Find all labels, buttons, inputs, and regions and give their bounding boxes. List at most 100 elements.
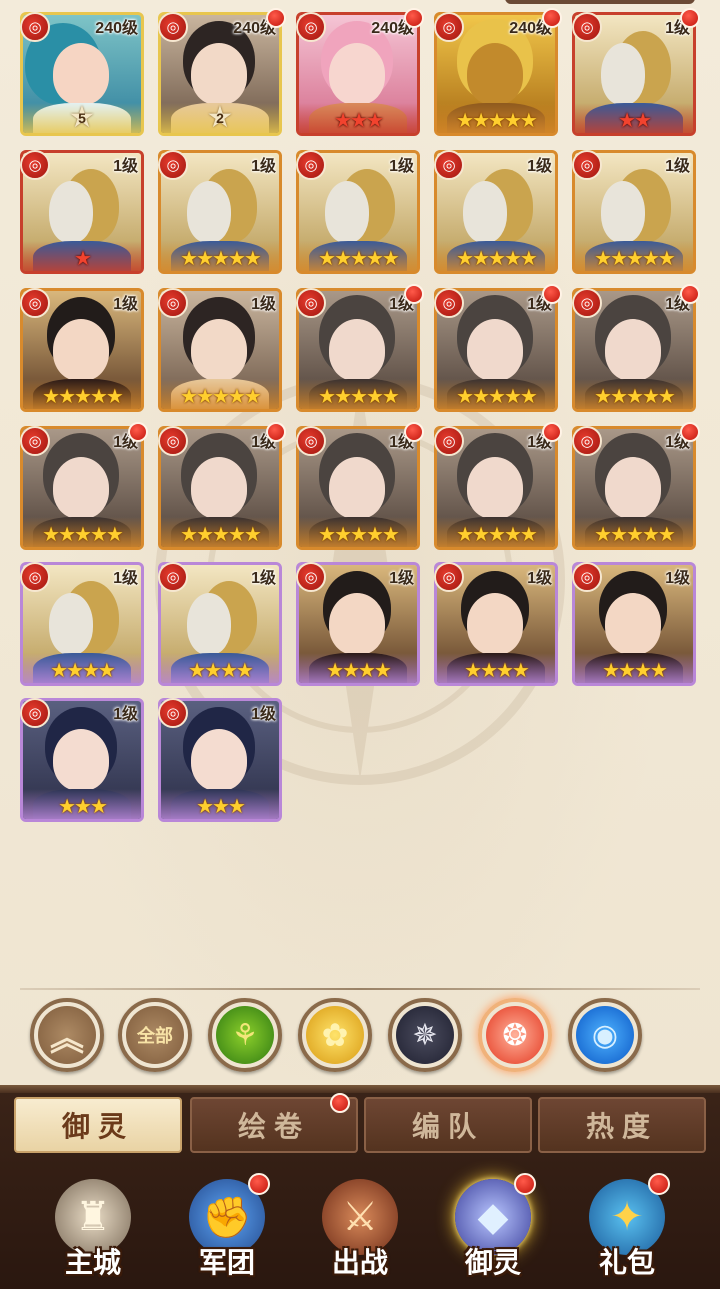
tab-0[interactable]: 御灵: [14, 1097, 182, 1153]
character-level: 1级: [665, 570, 690, 587]
nav-label: 御灵: [464, 1246, 521, 1279]
character-card[interactable]: ◎ 1级 ★★★★★: [572, 422, 700, 550]
star-rating: ★★: [618, 108, 652, 132]
notification-dot: [266, 422, 286, 442]
star-rating: ★★★★: [464, 658, 530, 682]
notification-dot: [648, 1173, 670, 1195]
tab-2[interactable]: 编队: [364, 1097, 532, 1153]
character-card[interactable]: ◎ 1级 ★★★★★: [296, 150, 420, 274]
star-rating: ★★★★: [50, 658, 116, 682]
faction-red-icon: ❂: [486, 1006, 544, 1064]
notification-dot: [542, 8, 562, 28]
filter-faction-red-button[interactable]: ❂: [478, 998, 552, 1072]
character-card[interactable]: ◎ 1级 ★★★★★: [572, 284, 700, 412]
character-card[interactable]: ◎ 1级 ★★★★★: [434, 422, 562, 550]
panel-trim: [0, 1085, 720, 1093]
character-level: 1级: [113, 296, 138, 313]
character-card[interactable]: ◎ 1级 ★★★★★: [296, 422, 424, 550]
star-rating: ★★★: [196, 794, 246, 818]
character-card[interactable]: ◎ 1级 ★★★★★: [158, 288, 282, 412]
notification-dot: [404, 422, 424, 442]
character-card[interactable]: ◎ 1级 ★★★★: [434, 562, 558, 686]
star-rating: ★★★★★: [42, 384, 124, 408]
star-rating: ★: [74, 246, 92, 270]
filter-faction-blue-button[interactable]: ◉: [568, 998, 642, 1072]
filter-all-button[interactable]: 全部: [118, 998, 192, 1072]
character-card[interactable]: ◎ 1级 ★: [20, 150, 144, 274]
character-card[interactable]: ◎ 1级 ★★★★★: [158, 150, 282, 274]
nav-item-4[interactable]: ✦ 礼包: [572, 1173, 682, 1289]
character-card[interactable]: ◎ 240级 ★★★★★: [434, 8, 562, 136]
character-card[interactable]: ◎ 1级 ★★: [572, 8, 700, 136]
character-card[interactable]: ◎ 1级 ★★★★: [572, 562, 696, 686]
faction-fire-icon: ◎: [434, 150, 464, 180]
faction-filter-bar: ︽ 全部 ⚘ ✿ ✵ ❂ ◉: [0, 995, 720, 1075]
notification-dot: [404, 284, 424, 304]
character-card[interactable]: ◎ 1级 ★★★★★: [434, 284, 562, 412]
faction-fire-icon: ◎: [158, 288, 188, 318]
faction-blue-icon: ◉: [576, 1006, 634, 1064]
notification-dot: [542, 422, 562, 442]
faction-fire-icon: ◎: [572, 12, 602, 42]
faction-fire-icon: ◎: [158, 12, 188, 42]
faction-fire-icon: ◎: [572, 426, 602, 456]
character-card[interactable]: ◎ 1级 ★★★: [158, 698, 282, 822]
awaken-star-badge: ★ 2: [206, 100, 234, 135]
faction-fire-icon: ◎: [296, 288, 326, 318]
tab-3[interactable]: 热度: [538, 1097, 706, 1153]
faction-fire-icon: ◎: [20, 426, 50, 456]
notification-dot: [330, 1093, 350, 1113]
main-nav: ♜ 主城 ✊ 军团 ⚔ 出战 ◆ 御灵 ✦ 礼包: [0, 1173, 720, 1289]
character-card[interactable]: ◎ 1级 ★★★★★: [158, 422, 286, 550]
star-rating: ★★★★★: [318, 522, 400, 546]
filter-faction-green-button[interactable]: ⚘: [208, 998, 282, 1072]
tab-label: 御灵: [61, 1110, 134, 1143]
faction-fire-icon: ◎: [434, 426, 464, 456]
nav-item-2[interactable]: ⚔ 出战: [305, 1173, 415, 1289]
nav-item-3[interactable]: ◆ 御灵: [438, 1173, 548, 1289]
faction-fire-icon: ◎: [434, 562, 464, 592]
character-card[interactable]: ◎ 1级 ★★★★★: [296, 284, 424, 412]
character-card[interactable]: ◎ 1级 ★★★★: [158, 562, 282, 686]
notification-dot: [128, 422, 148, 442]
character-card[interactable]: ◎ 1级 ★★★★★: [20, 422, 148, 550]
notification-dot: [680, 284, 700, 304]
character-card[interactable]: ◎ 1级 ★★★: [20, 698, 144, 822]
faction-dark-icon: ✵: [396, 1006, 454, 1064]
character-card[interactable]: ◎ 1级 ★★★★: [296, 562, 420, 686]
character-level: 1级: [251, 158, 276, 175]
filter-faction-yellow-button[interactable]: ✿: [298, 998, 372, 1072]
character-level: 1级: [665, 158, 690, 175]
star-rating: ★★★★★: [594, 522, 676, 546]
character-card[interactable]: ◎ 240级 ★★★: [296, 8, 424, 136]
character-card[interactable]: ◎ 1级 ★★★★★: [434, 150, 558, 274]
filter-collapse-button[interactable]: ︽: [30, 998, 104, 1072]
character-card[interactable]: ◎ 240级 ★ 2: [158, 8, 286, 136]
character-level: 1级: [527, 158, 552, 175]
character-level: 240级: [95, 20, 138, 37]
character-card[interactable]: ◎ 1级 ★★★★★: [572, 150, 696, 274]
star-rating: ★★★★★: [42, 522, 124, 546]
tab-label: 热度: [585, 1110, 658, 1143]
sub-tabs: 御灵 绘卷 编队 热度: [14, 1093, 706, 1155]
awaken-star-count: 2: [216, 110, 224, 126]
faction-fire-icon: ◎: [296, 12, 326, 42]
faction-fire-icon: ◎: [296, 426, 326, 456]
faction-fire-icon: ◎: [158, 562, 188, 592]
character-card[interactable]: ◎ 1级 ★★★★: [20, 562, 144, 686]
character-card[interactable]: ◎ 240级 ★ 5: [20, 12, 144, 136]
star-rating: ★★★★★: [456, 384, 538, 408]
nav-item-0[interactable]: ♜ 主城: [38, 1173, 148, 1289]
faction-fire-icon: ◎: [20, 698, 50, 728]
character-level: 1级: [251, 706, 276, 723]
faction-fire-icon: ◎: [296, 562, 326, 592]
star-rating: ★★★★★: [456, 246, 538, 270]
faction-yellow-icon: ✿: [306, 1006, 364, 1064]
star-rating: ★★★★★: [456, 108, 538, 132]
character-card[interactable]: ◎ 1级 ★★★★★: [20, 288, 144, 412]
nav-label: 军团: [198, 1246, 255, 1279]
faction-fire-icon: ◎: [434, 288, 464, 318]
nav-item-1[interactable]: ✊ 军团: [172, 1173, 282, 1289]
filter-faction-dark-button[interactable]: ✵: [388, 998, 462, 1072]
tab-1[interactable]: 绘卷: [190, 1093, 358, 1153]
